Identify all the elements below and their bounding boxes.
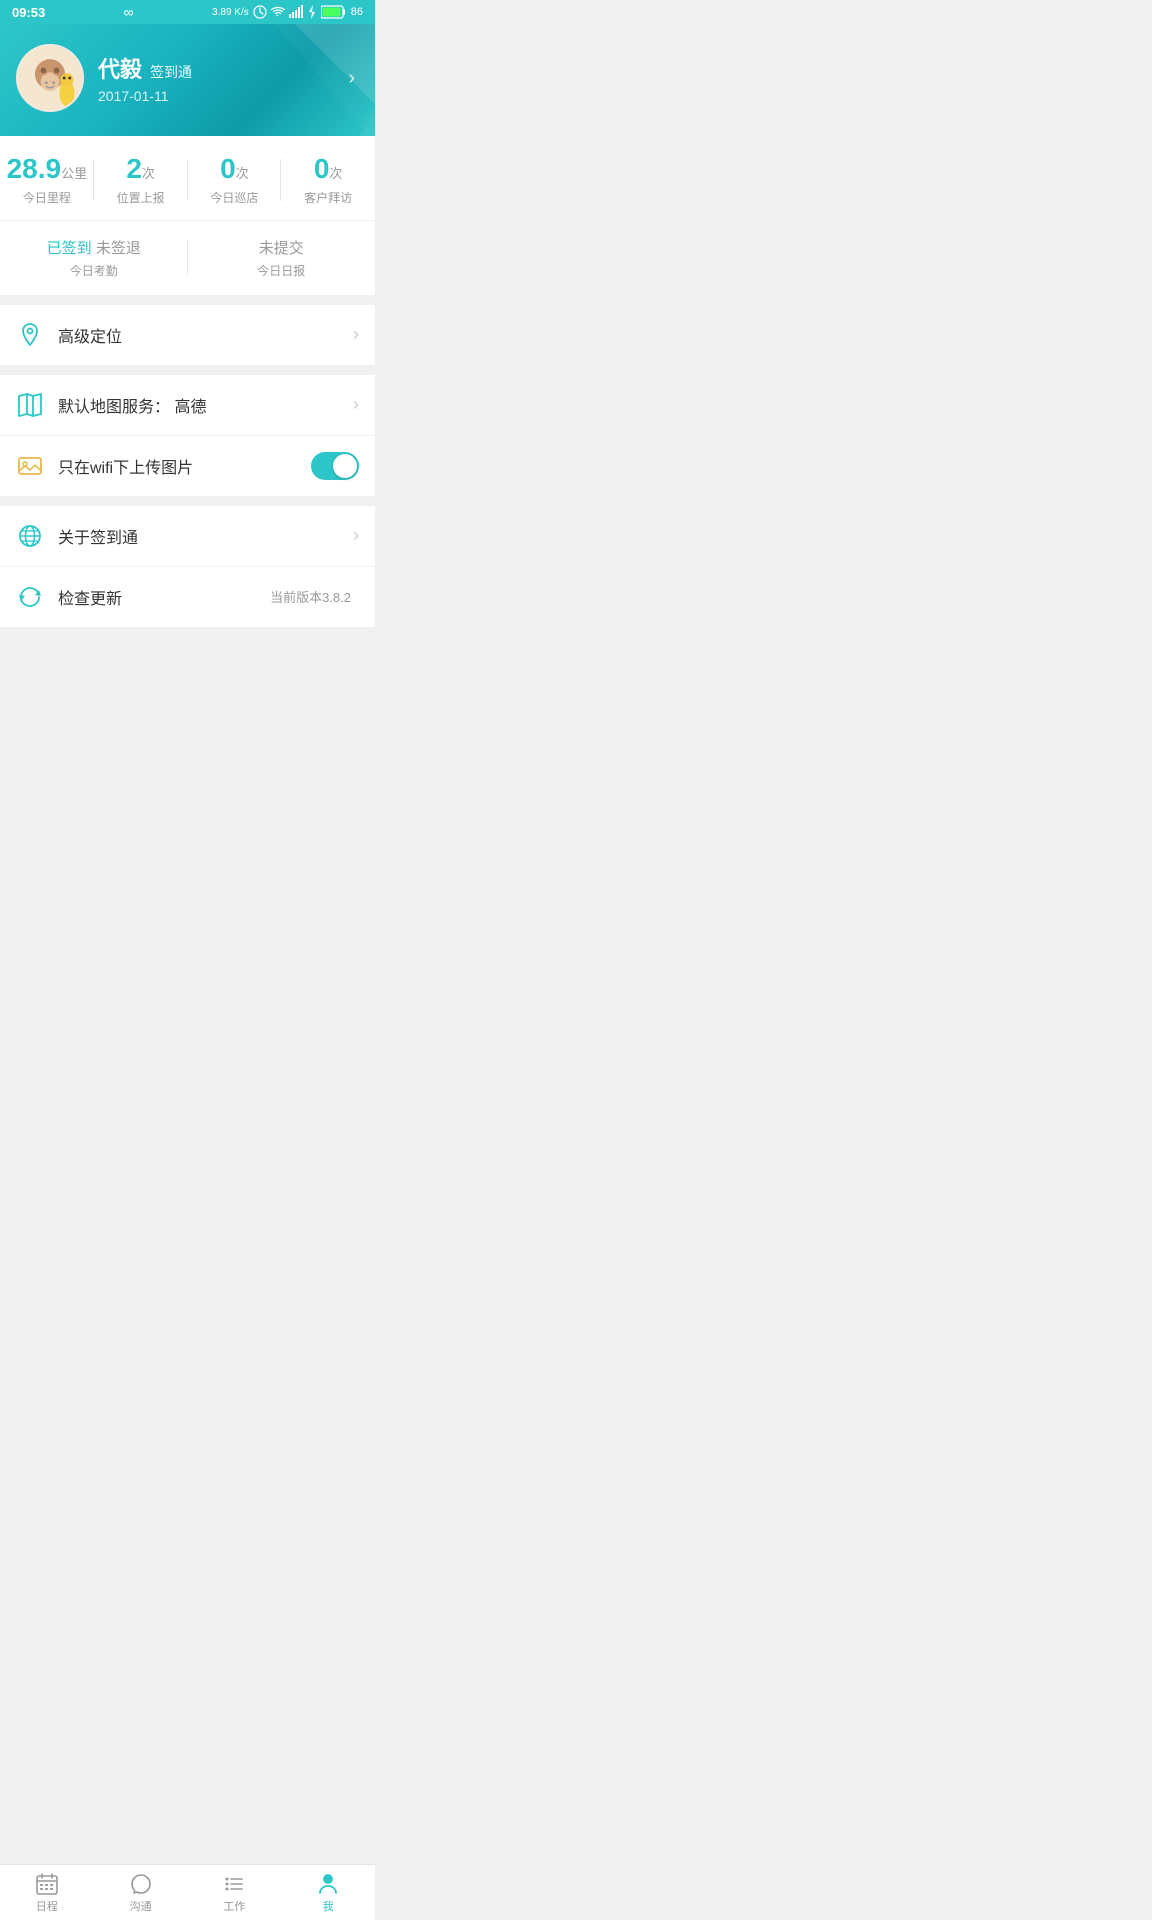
stat-location-value: 2次	[94, 154, 188, 185]
menu-section-3: 关于签到通 › 检查更新 当前版本3.8.2	[0, 506, 375, 627]
charging-icon	[307, 5, 317, 19]
profile-date: 2017-01-11	[98, 88, 348, 104]
app-name: 签到通	[150, 62, 192, 82]
map-icon	[16, 391, 44, 419]
attendance-daily: 未提交 今日日报	[188, 237, 376, 279]
page-container: 09:53 ∞ 3.89 K/s	[0, 0, 375, 687]
image-icon	[16, 452, 44, 480]
globe-icon	[16, 522, 44, 550]
menu-section-1: 高级定位 ›	[0, 305, 375, 365]
profile-header[interactable]: 代毅 签到通 2017-01-11 ›	[0, 24, 375, 136]
stat-distance-value: 28.9公里	[0, 154, 94, 185]
list-icon	[222, 1872, 246, 1896]
signal-icon	[289, 5, 303, 19]
menu-wifi-upload-text: 只在wifi下上传图片	[58, 454, 311, 478]
bottom-spacer	[0, 627, 375, 687]
daily-status: 未提交	[188, 237, 376, 258]
nav-schedule[interactable]: 日程	[0, 1868, 94, 1918]
nav-chat-label: 沟通	[130, 1898, 152, 1914]
stat-distance-unit: 公里	[61, 166, 87, 181]
battery-icon	[321, 5, 347, 19]
stat-visit: 0次 客户拜访	[281, 154, 375, 206]
nav-chat[interactable]: 沟通	[94, 1868, 188, 1918]
stat-patrol-label: 今日巡店	[188, 189, 282, 206]
stat-visit-label: 客户拜访	[281, 189, 375, 206]
attendance-label: 今日考勤	[0, 262, 188, 279]
bottom-nav: 日程 沟通 工作	[0, 1864, 375, 1920]
refresh-icon	[16, 583, 44, 611]
stat-location-label: 位置上报	[94, 189, 188, 206]
profile-info: 代毅 签到通 2017-01-11	[98, 52, 348, 104]
menu-item-wifi-upload[interactable]: 只在wifi下上传图片	[0, 436, 375, 496]
status-right-icons: 3.89 K/s	[212, 5, 363, 19]
person-icon	[316, 1872, 340, 1896]
menu-map-text: 默认地图服务： 高德	[58, 393, 353, 417]
attendance-checkin: 已签到 未签退 今日考勤	[0, 237, 188, 279]
checkin-status: 已签到 未签退	[0, 237, 188, 258]
stat-location-unit: 次	[142, 166, 155, 181]
divider-3	[0, 496, 375, 506]
checked-in-label: 已签到	[47, 240, 92, 257]
stat-patrol-unit: 次	[236, 166, 249, 181]
stat-distance-label: 今日里程	[0, 189, 94, 206]
battery-level: 86	[351, 6, 363, 18]
wifi-icon	[271, 5, 285, 19]
user-name: 代毅	[98, 52, 142, 84]
clock-icon	[253, 5, 267, 19]
status-time: 09:53	[12, 5, 45, 20]
nav-work[interactable]: 工作	[188, 1868, 282, 1918]
status-bar: 09:53 ∞ 3.89 K/s	[0, 0, 375, 24]
menu-about-text: 关于签到通	[58, 524, 353, 548]
calendar-icon	[35, 1872, 59, 1896]
menu-section-2: 默认地图服务： 高德 › 只在wifi下上传图片	[0, 375, 375, 496]
menu-item-about[interactable]: 关于签到通 ›	[0, 506, 375, 567]
nav-work-label: 工作	[223, 1898, 245, 1914]
nav-me-label: 我	[323, 1898, 334, 1914]
stat-location: 2次 位置上报	[94, 154, 188, 206]
menu-item-location[interactable]: 高级定位 ›	[0, 305, 375, 365]
not-checked-out-label: 未签退	[96, 240, 141, 257]
menu-location-chevron: ›	[353, 324, 359, 345]
menu-item-map[interactable]: 默认地图服务： 高德 ›	[0, 375, 375, 436]
wifi-upload-toggle[interactable]	[311, 452, 359, 480]
stat-patrol: 0次 今日巡店	[188, 154, 282, 206]
stats-section: 28.9公里 今日里程 2次 位置上报 0次 今日巡店 0次 客户拜访	[0, 136, 375, 220]
menu-update-version: 当前版本3.8.2	[270, 587, 351, 606]
divider-1	[0, 295, 375, 305]
daily-label: 今日日报	[188, 262, 376, 279]
avatar	[16, 44, 84, 112]
menu-about-chevron: ›	[353, 525, 359, 546]
infinity-icon: ∞	[124, 4, 134, 20]
menu-location-text: 高级定位	[58, 323, 353, 347]
stat-patrol-value: 0次	[188, 154, 282, 185]
stat-visit-unit: 次	[329, 166, 342, 181]
nav-me[interactable]: 我	[281, 1868, 375, 1918]
menu-map-chevron: ›	[353, 394, 359, 415]
menu-update-text: 检查更新	[58, 585, 270, 609]
stat-distance: 28.9公里 今日里程	[0, 154, 94, 206]
not-submitted-label: 未提交	[259, 240, 304, 257]
stat-visit-value: 0次	[281, 154, 375, 185]
profile-chevron-icon[interactable]: ›	[348, 67, 359, 90]
nav-schedule-label: 日程	[36, 1898, 58, 1914]
location-icon	[16, 321, 44, 349]
network-speed: 3.89 K/s	[212, 7, 249, 18]
menu-item-update[interactable]: 检查更新 当前版本3.8.2	[0, 567, 375, 627]
attendance-section: 已签到 未签退 今日考勤 未提交 今日日报	[0, 221, 375, 295]
divider-2	[0, 365, 375, 375]
chat-icon	[129, 1872, 153, 1896]
